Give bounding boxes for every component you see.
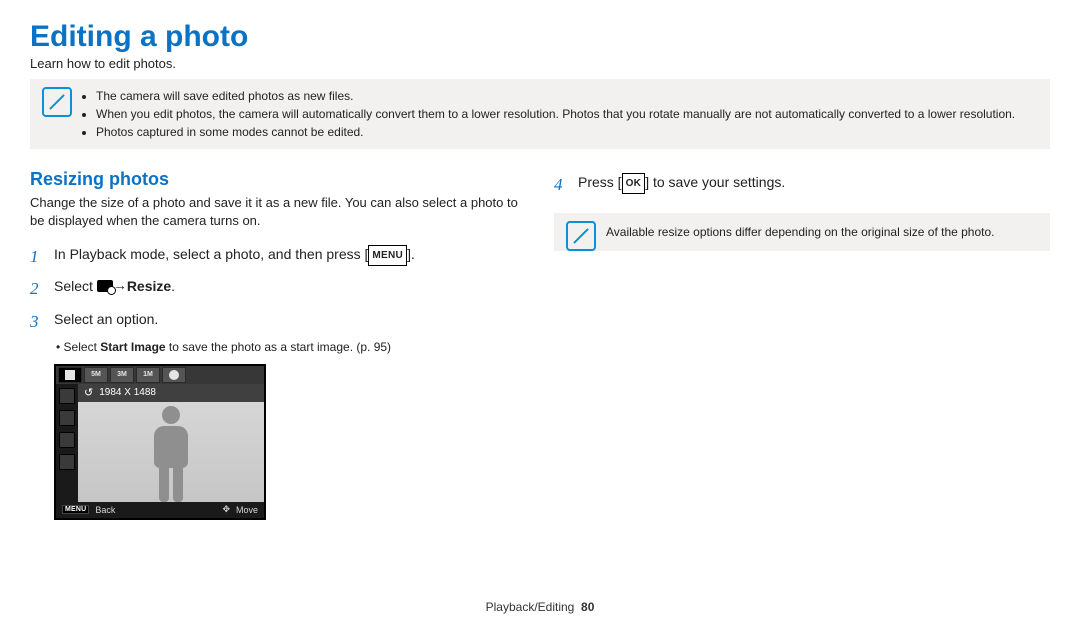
note-text: Available resize options differ dependin… [606,225,995,239]
step-4: 4 Press [OK] to save your settings. [554,169,1050,201]
step-text: In Playback mode, select a photo, and th… [54,246,368,262]
sidebar-icon [59,388,75,404]
camera-screenshot: 5M 3M 1M 1984 X 1488 [54,364,266,520]
camera-tab [162,367,186,383]
lead-text: Learn how to edit photos. [30,56,1050,71]
right-column: 4 Press [OK] to save your settings. Avai… [554,169,1050,520]
step-body: Select → Resize. [54,273,526,305]
camera-bottom-bar: MENU Back ✥ Move [56,502,264,518]
note-item: When you edit photos, the camera will au… [96,105,1040,123]
person-silhouette [141,406,201,502]
sidebar-icon [59,454,75,470]
step-3-subnote: Select Start Image to save the photo as … [56,340,526,354]
section-intro: Change the size of a photo and save it i… [30,194,526,229]
camera-tab: 3M [110,367,134,383]
menu-badge: MENU [62,505,89,514]
step-2: 2 Select → Resize. [30,273,526,305]
step-body: Press [OK] to save your settings. [578,169,1050,201]
camera-sidebar [56,384,78,502]
step-text: ] to save your settings. [645,174,785,190]
camera-preview: 1984 X 1488 [78,384,264,502]
camera-tab-active [58,367,82,383]
resize-icon [65,370,75,380]
footer-page-number: 80 [581,600,594,614]
section-heading-resizing: Resizing photos [30,169,526,190]
page: Editing a photo Learn how to edit photos… [0,0,1080,630]
start-image-label: Start Image [100,340,165,354]
camera-body: 1984 X 1488 [56,384,264,502]
step-text: ]. [407,246,415,262]
resize-label: Resize [127,278,171,294]
edit-tool-icon [97,280,113,292]
footer-section: Playback/Editing [486,600,575,614]
sub-text: to save the photo as a start image. (p. … [166,340,391,354]
menu-button-label: MENU [368,245,407,266]
dimension-text: 1984 X 1488 [99,387,156,398]
start-image-icon [169,370,179,380]
step-text: Press [ [578,174,622,190]
step-3: 3 Select an option. [30,306,526,338]
step-number: 4 [554,169,568,201]
step-text: Select an option. [54,311,158,327]
sidebar-icon [59,410,75,426]
step-text: . [171,278,175,294]
camera-tab: 5M [84,367,108,383]
note-icon [566,221,596,251]
page-title: Editing a photo [30,20,1050,54]
back-label: Back [95,505,115,515]
step-text: Select [54,278,97,294]
step-body: In Playback mode, select a photo, and th… [54,241,526,273]
step-number: 1 [30,241,44,273]
move-label: Move [236,505,258,515]
step-number: 2 [30,273,44,305]
left-column: Resizing photos Change the size of a pho… [30,169,526,520]
step-1: 1 In Playback mode, select a photo, and … [30,241,526,273]
note-box-top: The camera will save edited photos as ne… [30,79,1050,149]
note-item: Photos captured in some modes cannot be … [96,123,1040,141]
sidebar-icon [59,432,75,448]
arrow-right-icon: → [113,272,127,299]
camera-top-bar: 5M 3M 1M [56,366,264,384]
dpad-icon: ✥ [222,504,230,515]
step-body: Select an option. [54,306,526,338]
camera-dimension-bar: 1984 X 1488 [78,384,264,402]
step-number: 3 [30,306,44,338]
ok-button-label: OK [622,173,646,194]
note-list: The camera will save edited photos as ne… [90,87,1040,141]
two-column-layout: Resizing photos Change the size of a pho… [30,169,1050,520]
note-icon [42,87,72,117]
note-box-right: Available resize options differ dependin… [554,213,1050,251]
page-footer: Playback/Editing 80 [0,600,1080,614]
sub-text: Select [64,340,101,354]
camera-tab: 1M [136,367,160,383]
note-item: The camera will save edited photos as ne… [96,87,1040,105]
